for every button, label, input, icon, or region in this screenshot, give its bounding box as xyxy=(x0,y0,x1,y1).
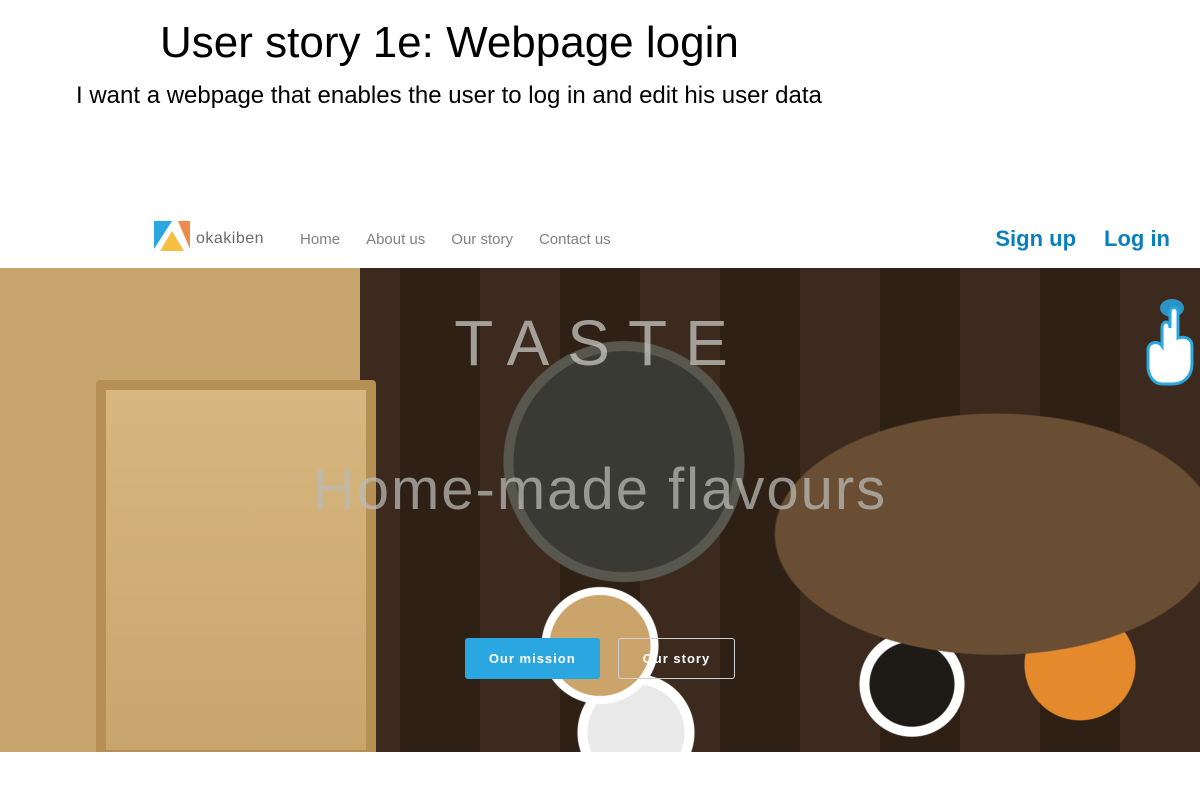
slide-title: User story 1e: Webpage login xyxy=(160,18,1200,68)
nav-home[interactable]: Home xyxy=(300,231,340,248)
nav-our-story[interactable]: Our story xyxy=(451,231,513,248)
signup-link[interactable]: Sign up xyxy=(995,226,1076,252)
brand-name: okakiben xyxy=(196,230,264,248)
nav-about[interactable]: About us xyxy=(366,231,425,248)
login-link[interactable]: Log in xyxy=(1104,226,1170,252)
hero-decor-board xyxy=(96,380,376,752)
hero-buttons: Our mission Our story xyxy=(0,638,1200,679)
our-mission-button[interactable]: Our mission xyxy=(465,638,600,679)
brand[interactable]: okakiben xyxy=(154,221,264,257)
logo-icon xyxy=(154,221,190,257)
main-nav: Home About us Our story Contact us xyxy=(300,231,611,248)
hero-title: TASTE xyxy=(0,306,1200,380)
our-story-button[interactable]: Our story xyxy=(618,638,736,679)
site-header: okakiben Home About us Our story Contact… xyxy=(132,210,1192,268)
hero-subtitle: Home-made flavours xyxy=(0,456,1200,523)
auth-links: Sign up Log in xyxy=(995,226,1170,252)
slide-description: I want a webpage that enables the user t… xyxy=(76,82,1200,110)
hero-section: TASTE Home-made flavours Our mission Our… xyxy=(0,268,1200,752)
nav-contact[interactable]: Contact us xyxy=(539,231,611,248)
